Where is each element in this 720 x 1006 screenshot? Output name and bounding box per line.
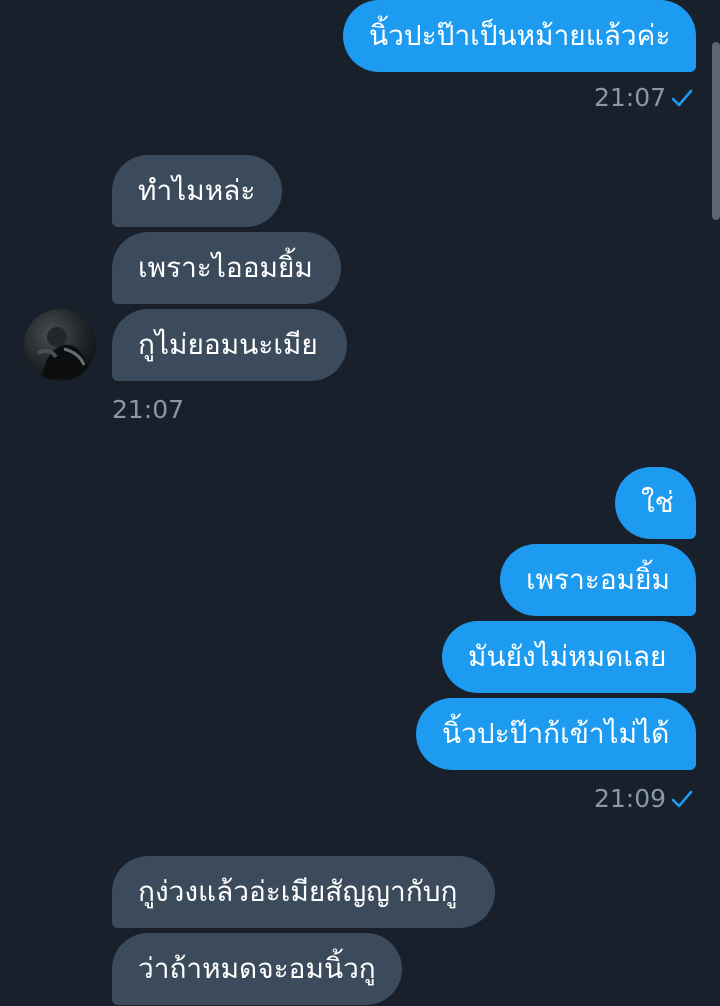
message-text: กูไม่ยอมนะเมีย bbox=[138, 328, 318, 361]
message-bubble-outgoing[interactable]: นิ้วปะป๊าก้เข้าไม่ได้ bbox=[416, 698, 696, 770]
message-bubble-outgoing[interactable]: นิ้วปะป๊าเป็นหม้ายแล้วค่ะ bbox=[343, 0, 696, 72]
avatar-image bbox=[37, 327, 90, 379]
conversation-view: นิ้วปะป๊าเป็นหม้ายแล้วค่ะ 21:07 ทำไมหล่ะ… bbox=[0, 0, 720, 1006]
message-bubble-incoming[interactable]: เพราะไออมยิ้ม bbox=[112, 232, 341, 304]
message-bubble-outgoing[interactable]: ใช่ bbox=[615, 467, 696, 539]
message-bubble-incoming[interactable]: กูไม่ยอมนะเมีย bbox=[112, 309, 347, 381]
message-bubble-outgoing[interactable]: เพราะอมยิ้ม bbox=[500, 544, 696, 616]
checkmark-icon bbox=[671, 89, 693, 107]
message-timestamp: 21:07 bbox=[112, 395, 185, 424]
message-bubble-incoming[interactable]: ทำไมหล่ะ bbox=[112, 155, 282, 227]
user-avatar[interactable] bbox=[24, 309, 96, 381]
message-text: ทำไมหล่ะ bbox=[138, 174, 256, 207]
message-timestamp: 21:07 bbox=[594, 83, 667, 112]
message-text: ว่าถ้าหมดจะอมนิ้วกู bbox=[138, 952, 376, 985]
message-bubble-incoming[interactable]: ว่าถ้าหมดจะอมนิ้วกู bbox=[112, 933, 402, 1005]
scrollbar-thumb[interactable] bbox=[712, 42, 720, 220]
message-bubble-incoming[interactable]: กูง่วงแล้วอ่ะเมียสัญญากับกู bbox=[112, 856, 495, 928]
message-bubble-outgoing[interactable]: มันยังไม่หมดเลย bbox=[442, 621, 696, 693]
message-timestamp: 21:09 bbox=[594, 784, 667, 813]
message-text: นิ้วปะป๊าก้เข้าไม่ได้ bbox=[442, 717, 670, 750]
message-text: เพราะอมยิ้ม bbox=[526, 563, 670, 596]
message-text: เพราะไออมยิ้ม bbox=[138, 251, 313, 284]
message-text: มันยังไม่หมดเลย bbox=[468, 640, 667, 673]
message-text: กูง่วงแล้วอ่ะเมียสัญญากับกู bbox=[138, 875, 458, 908]
checkmark-icon bbox=[671, 790, 693, 808]
message-text: นิ้วปะป๊าเป็นหม้ายแล้วค่ะ bbox=[369, 19, 671, 52]
message-text: ใช่ bbox=[641, 486, 674, 519]
